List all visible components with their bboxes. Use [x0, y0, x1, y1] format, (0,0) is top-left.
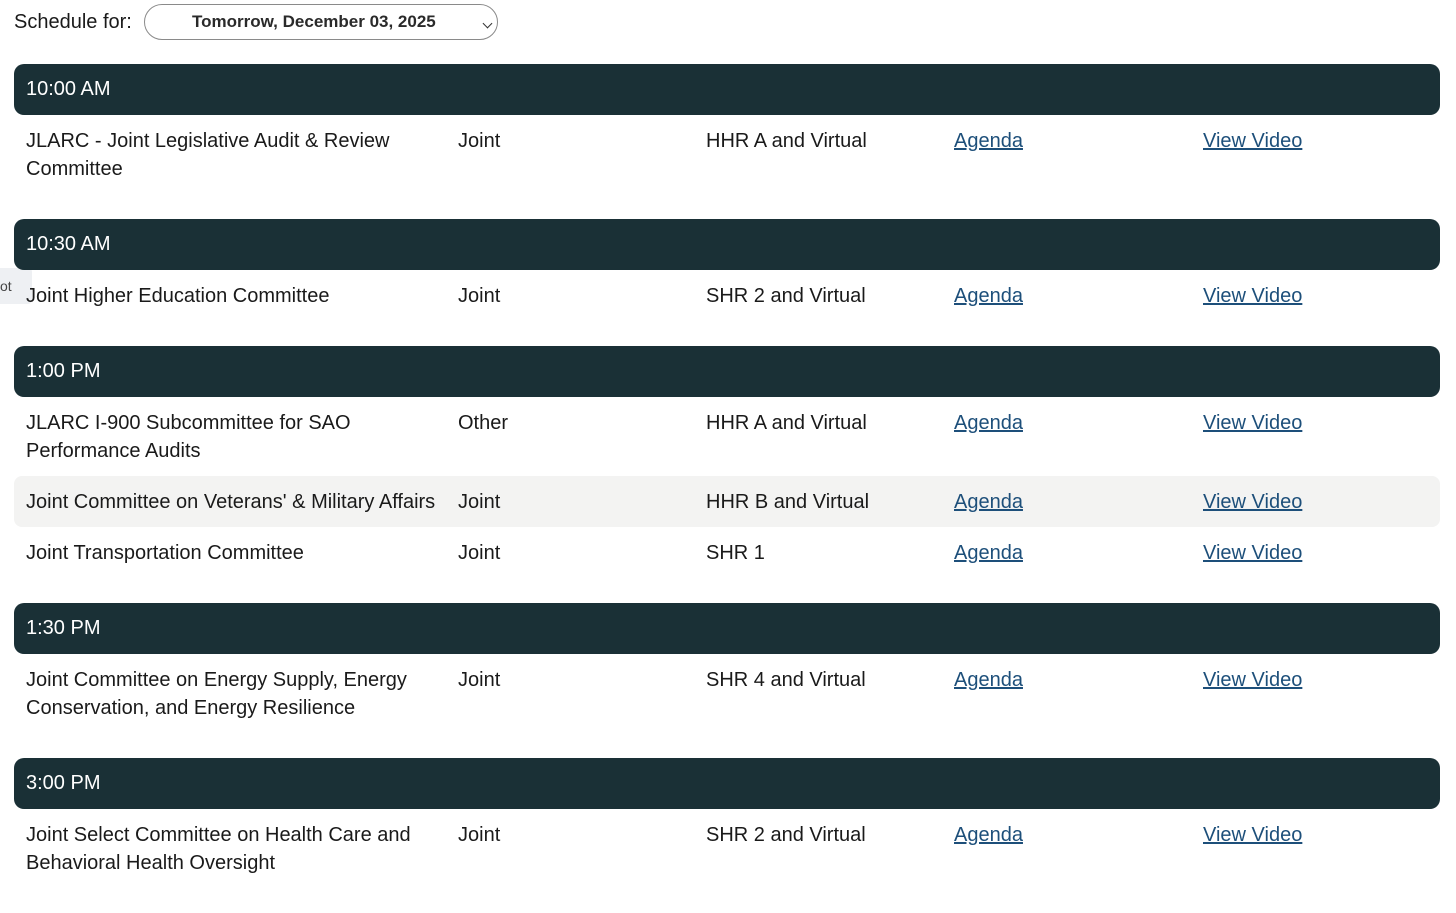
meeting-name: JLARC I-900 Subcommittee for SAO Perform…: [26, 412, 351, 462]
meeting-type-cell: Joint: [458, 282, 706, 310]
time-group: 10:00 AM JLARC - Joint Legislative Audit …: [14, 64, 1440, 194]
meeting-type: Joint: [458, 491, 501, 513]
agenda-link-cell: Agenda: [954, 539, 1203, 567]
meeting-type-cell: Other: [458, 409, 706, 437]
time-header: 1:30 PM: [14, 603, 1440, 654]
view-video-link-cell: View Video: [1203, 282, 1403, 310]
time-group: 1:00 PM JLARC I-900 Subcommittee for SAO …: [14, 346, 1440, 578]
time-group: 1:30 PM Joint Committee on Energy Supply,…: [14, 603, 1440, 733]
schedule-label: Schedule for:: [14, 10, 132, 33]
meeting-room: HHR B and Virtual: [706, 491, 870, 513]
agenda-link-cell: Agenda: [954, 127, 1203, 155]
meeting-room-cell: HHR A and Virtual: [706, 409, 954, 437]
meeting-room-cell: SHR 2 and Virtual: [706, 821, 954, 849]
view-video-link[interactable]: View Video: [1203, 412, 1302, 434]
meeting-room: HHR A and Virtual: [706, 412, 867, 434]
meeting-name-cell: Joint Committee on Energy Supply, Energy…: [26, 666, 458, 722]
schedule-list: 10:00 AM JLARC - Joint Legislative Audit …: [14, 64, 1440, 913]
meeting-name: Joint Select Committee on Health Care an…: [26, 824, 411, 874]
chevron-down-icon: [482, 18, 493, 29]
view-video-link[interactable]: View Video: [1203, 491, 1302, 513]
meeting-type-cell: Joint: [458, 539, 706, 567]
meeting-room: SHR 4 and Virtual: [706, 669, 866, 691]
agenda-link[interactable]: Agenda: [954, 491, 1023, 513]
meeting-row: Joint Transportation Committee Joint SHR 1…: [14, 527, 1440, 578]
meeting-row: JLARC I-900 Subcommittee for SAO Perform…: [14, 397, 1440, 476]
agenda-link[interactable]: Agenda: [954, 412, 1023, 434]
meeting-row: Joint Committee on Energy Supply, Energy…: [14, 654, 1440, 733]
time-header: 10:00 AM: [14, 64, 1440, 115]
meeting-name-cell: Joint Transportation Committee: [26, 539, 458, 567]
time-group: 10:30 AM Joint Higher Education Committee…: [14, 219, 1440, 321]
meeting-type: Joint: [458, 824, 501, 846]
agenda-link-cell: Agenda: [954, 666, 1203, 694]
agenda-link-cell: Agenda: [954, 282, 1203, 310]
time-header: 10:30 AM: [14, 219, 1440, 270]
meeting-type: Other: [458, 412, 509, 434]
meeting-name-cell: Joint Select Committee on Health Care an…: [26, 821, 458, 877]
meeting-type-cell: Joint: [458, 666, 706, 694]
meeting-name-cell: JLARC I-900 Subcommittee for SAO Perform…: [26, 409, 458, 465]
date-select-value: Tomorrow, December 03, 2025: [191, 12, 436, 31]
view-video-link[interactable]: View Video: [1203, 130, 1302, 152]
meeting-room-cell: HHR B and Virtual: [706, 488, 954, 516]
meeting-type: Joint: [458, 669, 501, 691]
meeting-name: Joint Committee on Energy Supply, Energy…: [26, 669, 407, 719]
view-video-link[interactable]: View Video: [1203, 824, 1302, 846]
meeting-row: JLARC - Joint Legislative Audit & Review…: [14, 115, 1440, 194]
view-video-link-cell: View Video: [1203, 666, 1403, 694]
view-video-link[interactable]: View Video: [1203, 669, 1302, 691]
meeting-room-cell: SHR 2 and Virtual: [706, 282, 954, 310]
meeting-type: Joint: [458, 542, 501, 564]
agenda-link-cell: Agenda: [954, 488, 1203, 516]
meeting-room: HHR A and Virtual: [706, 130, 867, 152]
meeting-room-cell: SHR 1: [706, 539, 954, 567]
meeting-row: Joint Select Committee on Health Care an…: [14, 809, 1440, 888]
view-video-link[interactable]: View Video: [1203, 285, 1302, 307]
meeting-name-cell: Joint Higher Education Committee: [26, 282, 458, 310]
meeting-name: JLARC - Joint Legislative Audit & Review…: [26, 130, 390, 180]
agenda-link-cell: Agenda: [954, 821, 1203, 849]
agenda-link[interactable]: Agenda: [954, 824, 1023, 846]
view-video-link-cell: View Video: [1203, 821, 1403, 849]
view-video-link-cell: View Video: [1203, 539, 1403, 567]
meeting-room-cell: HHR A and Virtual: [706, 127, 954, 155]
time-header: 1:00 PM: [14, 346, 1440, 397]
agenda-link-cell: Agenda: [954, 409, 1203, 437]
meeting-room: SHR 2 and Virtual: [706, 824, 866, 846]
meeting-type-cell: Joint: [458, 488, 706, 516]
time-group: 3:00 PM Joint Select Committee on Health …: [14, 758, 1440, 888]
meeting-row: Joint Higher Education Committee Joint SHR…: [14, 270, 1440, 321]
meeting-name: Joint Committee on Veterans' & Military …: [26, 491, 436, 513]
meeting-name-cell: Joint Committee on Veterans' & Military …: [26, 488, 458, 516]
meeting-type: Joint: [458, 285, 501, 307]
meeting-row: Joint Committee on Veterans' & Military …: [14, 476, 1440, 527]
time-header: 3:00 PM: [14, 758, 1440, 809]
view-video-link-cell: View Video: [1203, 488, 1403, 516]
date-select[interactable]: Tomorrow, December 03, 2025: [143, 4, 498, 40]
agenda-link[interactable]: Agenda: [954, 669, 1023, 691]
agenda-link[interactable]: Agenda: [954, 542, 1023, 564]
meeting-type-cell: Joint: [458, 821, 706, 849]
agenda-link[interactable]: Agenda: [954, 285, 1023, 307]
meeting-name: Joint Transportation Committee: [26, 542, 304, 564]
view-video-link[interactable]: View Video: [1203, 542, 1302, 564]
agenda-link[interactable]: Agenda: [954, 130, 1023, 152]
meeting-type-cell: Joint: [458, 127, 706, 155]
meeting-room-cell: SHR 4 and Virtual: [706, 666, 954, 694]
meeting-room: SHR 2 and Virtual: [706, 285, 866, 307]
side-tab-label: ot: [0, 278, 12, 294]
view-video-link-cell: View Video: [1203, 409, 1403, 437]
schedule-bar: Schedule for: Tomorrow, December 03, 202…: [14, 4, 498, 40]
meeting-name-cell: JLARC - Joint Legislative Audit & Review…: [26, 127, 458, 183]
view-video-link-cell: View Video: [1203, 127, 1403, 155]
meeting-type: Joint: [458, 130, 501, 152]
meeting-name: Joint Higher Education Committee: [26, 285, 330, 307]
meeting-room: SHR 1: [706, 542, 765, 564]
